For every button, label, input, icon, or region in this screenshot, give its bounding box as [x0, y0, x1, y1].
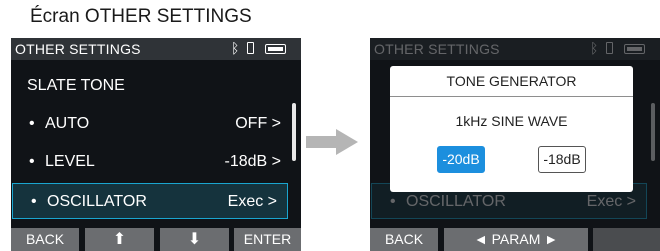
bullet-icon: • [29, 115, 35, 132]
battery-icon [265, 44, 286, 54]
bullet-icon: • [31, 193, 37, 210]
right-arrow-icon [306, 129, 358, 155]
empty-softkey [593, 228, 660, 251]
screen-title: OTHER SETTINGS [374, 41, 500, 57]
softkey-bar: BACK ⬆ ⬇ ENTER [11, 228, 301, 251]
scrollbar[interactable] [292, 103, 296, 161]
other-settings-screen: OTHER SETTINGS ᛒ SLATE TONE • AUTO OFF >… [11, 38, 301, 251]
level-option-minus-20db[interactable]: -20dB [437, 146, 485, 173]
status-bar: OTHER SETTINGS ᛒ [11, 38, 301, 60]
bluetooth-icon: ᛒ [590, 40, 599, 56]
menu-item-value: Exec > [227, 193, 277, 210]
caption: Écran OTHER SETTINGS [30, 6, 252, 27]
menu-item-label: OSCILLATOR [406, 193, 506, 210]
bullet-icon: • [29, 153, 35, 170]
menu-item-value: -18dB > [224, 153, 281, 170]
bullet-icon: • [390, 193, 396, 210]
softkey-bar: BACK ◄ PARAM ► [370, 228, 660, 251]
screen-title: OTHER SETTINGS [15, 41, 141, 57]
menu-item-level[interactable]: • LEVEL -18dB > [11, 144, 291, 180]
bluetooth-icon: ᛒ [231, 40, 240, 56]
menu-item-value: Exec > [586, 193, 636, 210]
tone-generator-dialog: TONE GENERATOR 1kHz SINE WAVE -20dB -18d… [390, 66, 633, 192]
sd-card-icon [606, 42, 613, 54]
back-button[interactable]: BACK [370, 228, 438, 251]
menu-item-auto[interactable]: • AUTO OFF > [11, 106, 291, 142]
section-header-slate-tone: SLATE TONE [11, 68, 291, 104]
dialog-title: TONE GENERATOR [446, 73, 577, 89]
menu-item-label: OSCILLATOR [47, 193, 147, 210]
back-button[interactable]: BACK [11, 228, 79, 251]
dialog-divider [390, 96, 633, 97]
battery-icon [624, 44, 645, 54]
sd-card-icon [247, 42, 254, 54]
menu-item-label: LEVEL [45, 153, 95, 170]
enter-button[interactable]: ENTER [234, 228, 301, 251]
wave-description: 1kHz SINE WAVE [455, 113, 568, 129]
param-button[interactable]: ◄ PARAM ► [444, 228, 588, 251]
up-arrow-button[interactable]: ⬆ [85, 228, 154, 251]
menu-item-label: AUTO [45, 115, 90, 132]
status-bar: OTHER SETTINGS ᛒ [370, 38, 660, 60]
scrollbar [651, 103, 655, 161]
tone-generator-screen: OTHER SETTINGS ᛒ • OSCILLATOR Exec > TON… [370, 38, 660, 251]
level-option-minus-18db[interactable]: -18dB [538, 146, 586, 173]
down-arrow-button[interactable]: ⬇ [160, 228, 229, 251]
section-header-label: SLATE TONE [27, 77, 125, 94]
menu-item-oscillator[interactable]: • OSCILLATOR Exec > [12, 183, 288, 219]
menu-item-value: OFF > [235, 115, 281, 132]
